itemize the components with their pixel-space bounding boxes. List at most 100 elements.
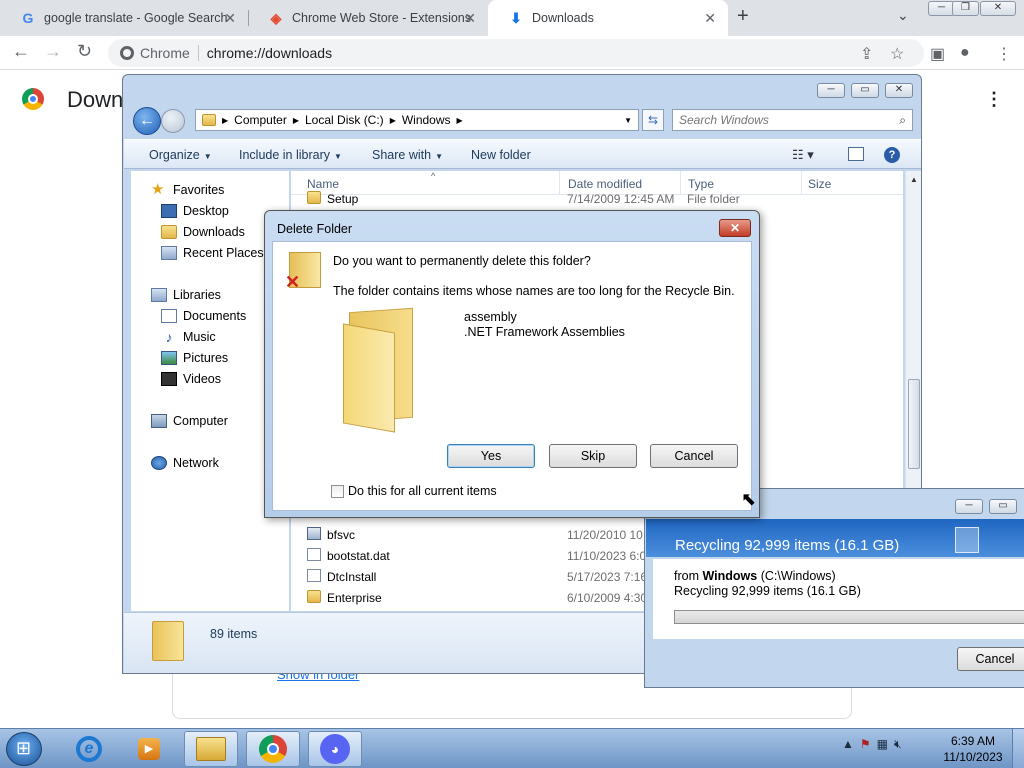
maximize-button[interactable]: ▭ [851,83,879,98]
delete-folder-dialog: Delete Folder ✕ ✕ Do you want to permane… [264,210,760,518]
start-button[interactable] [6,732,42,766]
taskbar-discord[interactable]: ◕ [308,731,362,767]
breadcrumb-local-disk[interactable]: Local Disk (C:) [305,113,384,127]
bookmark-star-icon[interactable]: ☆ [890,44,904,64]
nav-libraries[interactable]: Libraries [151,288,221,302]
share-with-menu[interactable]: Share with ▼ [372,148,443,162]
scrollbar-thumb[interactable] [1010,127,1022,157]
address-bar[interactable]: Chrome chrome://downloads [108,39,924,67]
scrollbar-thumb[interactable] [908,379,920,469]
yes-button[interactable]: Yes [447,444,535,468]
reload-icon[interactable]: ↻ [77,41,92,62]
breadcrumb-arrow-icon[interactable]: ▶ [222,116,228,125]
maximize-button[interactable]: ▭ [989,499,1017,514]
nav-pictures[interactable]: Pictures [161,351,228,365]
breadcrumb[interactable]: ▶ Computer ▶ Local Disk (C:) ▶ Windows ▶… [195,109,639,131]
items-status: Recycling 92,999 items (16.1 GB) [674,584,861,598]
nav-favorites[interactable]: ★ Favorites [151,181,224,198]
dialog-question: Do you want to permanently delete this f… [333,254,591,268]
taskbar-media-player[interactable]: ▶ [122,731,176,767]
breadcrumb-arrow-icon[interactable]: ▶ [390,116,396,125]
nav-documents[interactable]: Documents [161,309,246,323]
file-name: Enterprise [327,591,382,605]
tab-search-chevron-icon[interactable]: ⌄ [897,7,909,24]
search-input[interactable] [679,111,879,129]
folder-icon [202,114,216,126]
nav-network[interactable]: Network [151,456,219,470]
scroll-up-arrow-icon[interactable]: ▲ [910,175,918,184]
skip-button[interactable]: Skip [549,444,637,468]
menu-kebab-icon[interactable]: ⋮ [996,44,1012,64]
more-actions-icon[interactable]: ⋮ [985,89,1003,110]
checkbox[interactable] [331,484,344,498]
share-icon[interactable]: ⇪ [860,44,873,64]
nav-computer[interactable]: Computer [151,414,228,428]
close-button[interactable]: ✕ [980,1,1016,16]
help-icon[interactable]: ? [884,147,900,163]
volume-muted-icon[interactable]: 🔇︎ [894,737,902,752]
address-dropdown-icon[interactable]: ▼ [624,116,632,125]
cancel-button[interactable]: Cancel [650,444,738,468]
tab-title: Chrome Web Store - Extensions [292,11,472,25]
change-view-icon[interactable]: ☷ ▾ [792,147,814,163]
dialog-body: ✕ Do you want to permanently delete this… [272,241,752,511]
include-in-library-menu[interactable]: Include in library ▼ [239,148,342,162]
minimize-button[interactable]: ─ [955,499,983,514]
nav-music[interactable]: ♪ Music [161,330,216,344]
back-button[interactable]: ← [133,107,161,135]
show-hidden-icons-icon[interactable]: ▲ [842,737,854,752]
site-chip-label: Chrome [140,45,190,61]
nav-label: Computer [173,414,228,428]
network-icon [151,456,167,470]
close-button[interactable]: ✕ [885,83,913,98]
organize-menu[interactable]: Organize ▼ [149,148,212,162]
do-this-for-all-checkbox[interactable]: Do this for all current items [331,484,497,498]
minimize-button[interactable]: ─ [928,1,955,16]
search-icon[interactable]: ⌕ [899,113,906,128]
tab-chrome-web-store[interactable]: ◈ Chrome Web Store - Extensions ✕ [248,0,488,36]
side-panel-icon[interactable]: ▣ [930,44,945,64]
system-clock[interactable]: 6:39 AM 11/10/2023 [940,733,1006,765]
close-tab-icon[interactable]: ✕ [224,10,236,27]
network-status-icon[interactable]: ▦ [877,737,888,752]
taskbar-windows-explorer[interactable] [184,731,238,767]
table-row[interactable]: Setup 7/14/2009 12:45 AM File folder [291,188,903,209]
file-date: 11/20/2010 10: [567,528,647,542]
file-date: 11/10/2023 6:0 [567,549,647,563]
breadcrumb-computer[interactable]: Computer [234,113,287,127]
show-desktop-button[interactable] [1012,729,1024,768]
close-button[interactable]: ✕ [719,219,751,237]
progress-bar [674,610,1024,624]
folder-icon [307,191,321,204]
back-arrow-icon[interactable]: ← [12,41,30,62]
nav-desktop[interactable]: Desktop [161,204,229,218]
cancel-button[interactable]: Cancel [957,647,1024,671]
new-folder-button[interactable]: New folder [471,148,531,162]
nav-videos[interactable]: Videos [161,372,221,386]
close-tab-icon[interactable]: ✕ [464,10,476,27]
breadcrumb-arrow-icon[interactable]: ▶ [293,116,299,125]
nav-recent-places[interactable]: Recent Places [161,246,264,260]
action-center-flag-icon[interactable]: ⚑ [860,737,871,752]
taskbar-chrome[interactable] [246,731,300,767]
minimize-button[interactable]: ─ [817,83,845,98]
new-tab-button[interactable]: + [737,5,749,28]
breadcrumb-windows[interactable]: Windows [402,113,451,127]
file-icon [307,548,321,561]
restore-button[interactable]: ❐ [952,1,979,16]
taskbar-internet-explorer[interactable]: e [62,731,116,767]
file-name: bfsvc [327,528,356,542]
file-date: 5/17/2023 7:16 [567,570,648,584]
star-icon: ★ [151,181,165,198]
forward-button[interactable] [161,109,185,133]
breadcrumb-arrow-icon[interactable]: ▶ [457,116,463,125]
close-tab-icon[interactable]: ✕ [704,10,716,27]
tab-downloads[interactable]: ⬇ Downloads ✕ [488,0,728,36]
search-box[interactable]: ⌕ [672,109,913,131]
tab-google-translate[interactable]: G google translate - Google Search ✕ [0,0,248,36]
preview-pane-icon[interactable] [848,147,864,161]
nav-downloads[interactable]: Downloads [161,225,245,239]
refresh-button[interactable]: ⇆ [642,109,664,131]
forward-arrow-icon[interactable]: → [44,41,62,62]
profile-avatar-icon[interactable]: ● [960,44,970,62]
